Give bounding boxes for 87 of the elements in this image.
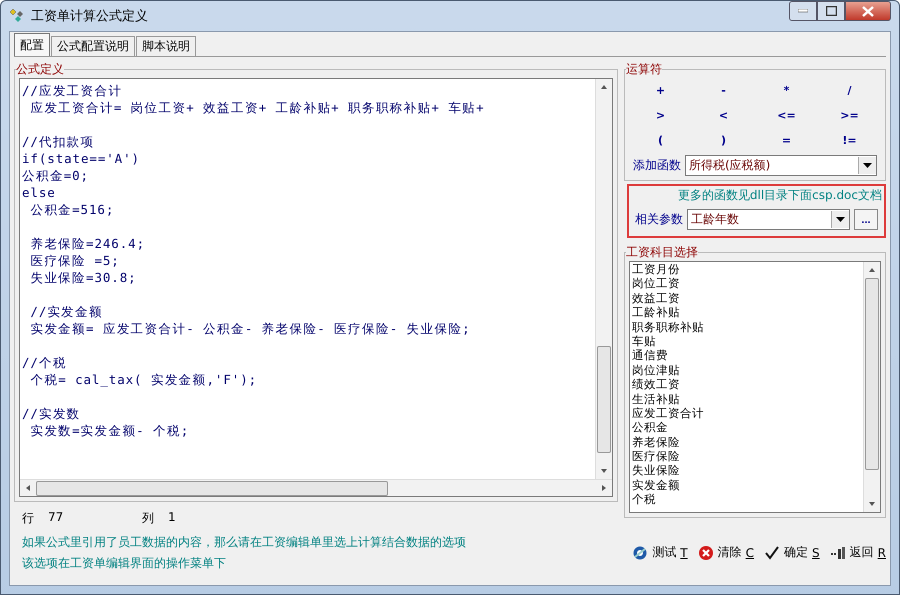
- minimize-icon: [798, 9, 808, 13]
- code-line: 失业保险=30.8;: [29, 269, 138, 286]
- list-item[interactable]: 医疗保险: [632, 449, 863, 464]
- code-line: //实发数: [22, 405, 82, 422]
- code-line: 实发金额= 应发工资合计- 公积金- 养老保险- 医疗保险- 失业保险;: [29, 320, 472, 337]
- list-item[interactable]: 应发工资合计: [632, 406, 863, 420]
- maximize-icon: [826, 6, 836, 16]
- code-line: 公积金=516;: [29, 201, 116, 218]
- close-button[interactable]: [845, 1, 891, 21]
- dropdown[interactable]: 工龄年数: [687, 209, 850, 230]
- list-item[interactable]: 车贴: [632, 334, 863, 348]
- list-item[interactable]: 职务职称补贴: [632, 320, 863, 334]
- operator-button[interactable]: <=: [777, 109, 796, 122]
- clear-button[interactable]: 清除 C: [698, 543, 754, 562]
- operator-button[interactable]: <: [716, 109, 732, 122]
- back-button[interactable]: 返回 R: [830, 543, 886, 562]
- list-item[interactable]: 工资月份: [632, 262, 863, 276]
- group-title: 运算符: [626, 61, 662, 78]
- caret-icon: [863, 163, 872, 168]
- operator-button[interactable]: +: [652, 84, 668, 97]
- list-item[interactable]: 实发金额: [632, 478, 863, 492]
- list-item[interactable]: 生活补贴: [632, 392, 863, 406]
- parameter-label: 相关参数: [635, 211, 683, 228]
- vertical-scrollbar[interactable]: [863, 262, 880, 512]
- vertical-scrollbar[interactable]: [595, 79, 612, 479]
- list-item[interactable]: 岗位津贴: [632, 362, 863, 378]
- list-item[interactable]: 通信费: [632, 348, 863, 363]
- maximize-button[interactable]: [817, 1, 845, 21]
- operator-button[interactable]: >: [652, 109, 668, 122]
- operator-button[interactable]: -: [716, 84, 732, 97]
- note-text: 如果公式里引用了员工数据的内容，那么请在工资编辑单里选上计算结合数据的选项: [22, 534, 467, 551]
- group-title: 工资科目选择: [626, 244, 698, 261]
- code-line: 个税= cal_tax( 实发金额,'F');: [29, 371, 258, 388]
- horizontal-scrollbar[interactable]: [20, 479, 612, 496]
- code-line: //应发工资合计: [22, 82, 124, 99]
- column-label: 列: [142, 510, 154, 526]
- list-item[interactable]: 公积金: [632, 420, 863, 435]
- code-line: 公积金=0;: [22, 167, 90, 184]
- tab[interactable]: 公式配置说明: [51, 36, 135, 56]
- group-title: 公式定义: [16, 61, 64, 78]
- scroll-thumb[interactable]: [597, 346, 611, 453]
- code-line: 实发数=实发金额- 个税;: [29, 422, 190, 439]
- bars-icon: [830, 544, 846, 560]
- code-line: 养老保险=246.4;: [29, 235, 146, 252]
- scroll-thumb[interactable]: [865, 278, 879, 470]
- column-value: 1: [168, 510, 176, 526]
- list-item[interactable]: 工龄补贴: [632, 305, 863, 320]
- operator-button[interactable]: (: [652, 134, 668, 147]
- app-icon: [9, 8, 25, 24]
- function-label: 添加函数: [633, 157, 681, 174]
- list-item[interactable]: 失业保险: [632, 463, 863, 478]
- list-item[interactable]: 效益工资: [632, 290, 863, 306]
- code-line: //个税: [22, 354, 68, 371]
- note-text: 该选项在工资单编辑界面的操作菜单下: [22, 555, 227, 572]
- code-line: 医疗保险 =5;: [29, 252, 121, 269]
- operator-button[interactable]: >=: [840, 109, 859, 122]
- code-line: 应发工资合计= 岗位工资+ 效益工资+ 工龄补贴+ 职务职称补贴+ 车贴+: [29, 99, 486, 116]
- operator-button[interactable]: !=: [842, 134, 858, 147]
- list-item[interactable]: 岗位工资: [632, 276, 863, 291]
- more-button[interactable]: ...: [854, 209, 878, 230]
- row-label: 行: [22, 510, 34, 526]
- close-icon: [862, 6, 874, 16]
- item-list[interactable]: 工资月份 岗位工资 效益工资 工龄补贴 职务职称补贴 车贴 通信费 岗位津贴 绩效工资 生活补贴 应发工资合计 公积金 养老保险 医疗保险 失业保险 实发金额 个税: [629, 261, 881, 513]
- operator-button[interactable]: /: [842, 84, 858, 97]
- test-button[interactable]: 测试 T: [632, 543, 688, 562]
- window-title: 工资单计算公式定义: [31, 8, 148, 25]
- row-value: 77: [48, 510, 64, 526]
- code-line: //实发金额: [29, 303, 104, 320]
- hint-text: 更多的函数见dll目录下面csp.doc文档: [676, 187, 882, 204]
- list-item[interactable]: 养老保险: [632, 434, 863, 450]
- list-item[interactable]: 个税: [632, 492, 863, 507]
- code-line: if(state=='A'): [22, 150, 141, 167]
- close-icon: [698, 544, 714, 560]
- tab[interactable]: 脚本说明: [136, 36, 196, 56]
- list-item[interactable]: 绩效工资: [632, 377, 863, 392]
- scroll-thumb[interactable]: [36, 480, 388, 496]
- operator-button[interactable]: =: [778, 134, 794, 147]
- operator-button[interactable]: *: [778, 84, 794, 97]
- tab[interactable]: 配置: [14, 33, 50, 56]
- code-line: //代扣款项: [22, 133, 96, 150]
- dropdown[interactable]: 所得税(应税额): [685, 155, 877, 176]
- caret-icon: [836, 217, 845, 222]
- code-line: else: [22, 184, 57, 201]
- check-icon: [764, 544, 780, 560]
- minimize-button[interactable]: [789, 1, 817, 21]
- operator-button[interactable]: ): [716, 134, 732, 147]
- confirm-button[interactable]: 确定 S: [764, 543, 820, 562]
